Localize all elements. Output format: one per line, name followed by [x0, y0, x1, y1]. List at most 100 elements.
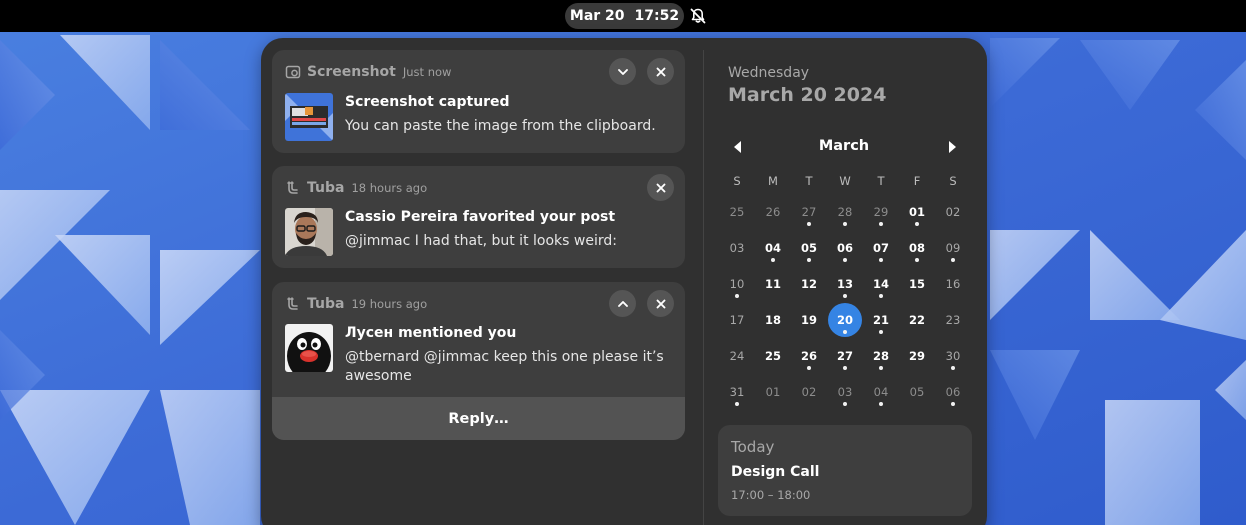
bell-disabled-icon[interactable] [689, 7, 707, 25]
calendar-day[interactable]: 21 [864, 303, 898, 337]
calendar-day[interactable]: 17 [720, 303, 754, 337]
calendar-day[interactable]: 09 [936, 231, 970, 265]
event-indicator-dot [879, 330, 883, 334]
calendar-day[interactable]: 13 [828, 267, 862, 301]
reply-button[interactable]: Reply… [272, 397, 685, 440]
events-section[interactable]: Today Design Call 17:00 – 18:00 [718, 425, 972, 516]
notification-tuba-mention[interactable]: Tuba 19 hours ago Лусен mentioned you @t… [272, 282, 685, 440]
calendar-day-number: 29 [908, 349, 925, 363]
event-indicator-dot [915, 258, 919, 262]
calendar-day[interactable]: 19 [792, 303, 826, 337]
calendar-day[interactable]: 29 [864, 195, 898, 229]
calendar-day[interactable]: 11 [756, 267, 790, 301]
pan-start-icon [734, 141, 741, 153]
calendar-day[interactable]: 02 [792, 375, 826, 409]
avatar-photo [285, 208, 333, 256]
calendar-day[interactable]: 15 [900, 267, 934, 301]
calendar-day[interactable]: 29 [900, 339, 934, 373]
calendar-day-number: 03 [837, 385, 853, 399]
event-indicator-dot [807, 222, 811, 226]
calendar-day-number: 06 [836, 241, 853, 255]
notification-tuba-favorite[interactable]: Tuba 18 hours ago Cassio Pereira favorit… [272, 166, 685, 268]
calendar-day-number: 19 [800, 313, 817, 327]
event-title: Design Call [731, 464, 820, 480]
notification-title: Лусен mentioned you [345, 325, 517, 341]
calendar-day[interactable]: 01 [756, 375, 790, 409]
event-indicator-dot [807, 258, 811, 262]
event-indicator-dot [915, 222, 919, 226]
calendar-day[interactable]: 08 [900, 231, 934, 265]
calendar-day[interactable]: 05 [792, 231, 826, 265]
calendar-day-number: 01 [908, 205, 925, 219]
close-button[interactable] [647, 58, 674, 85]
calendar-day[interactable]: 25 [720, 195, 754, 229]
notification-body: @tbernard @jimmac keep this one please i… [345, 349, 664, 384]
notification-time: 19 hours ago [351, 297, 428, 311]
calendar-day-number: 09 [945, 241, 961, 255]
calendar-day[interactable]: 10 [720, 267, 754, 301]
calendar-day[interactable]: 23 [936, 303, 970, 337]
calendar-day[interactable]: 06 [828, 231, 862, 265]
calendar-day[interactable]: 04 [756, 231, 790, 265]
calendar-day-number: 04 [873, 385, 889, 399]
calendar-day[interactable]: 22 [900, 303, 934, 337]
calendar-day[interactable]: 18 [756, 303, 790, 337]
calendar-day[interactable]: 26 [792, 339, 826, 373]
calendar-day[interactable]: 30 [936, 339, 970, 373]
calendar-weekday[interactable]: Wednesday [728, 65, 809, 81]
calendar-day[interactable]: 28 [828, 195, 862, 229]
day-of-week-label: S [733, 174, 741, 188]
calendar-day-number: 24 [729, 349, 745, 363]
notification-app-name: Tuba [307, 180, 345, 196]
calendar-day[interactable]: 14 [864, 267, 898, 301]
close-icon [656, 67, 665, 76]
calendar-day[interactable]: 12 [792, 267, 826, 301]
calendar-day[interactable]: 24 [720, 339, 754, 373]
day-of-week-label: M [768, 174, 778, 188]
calendar-day[interactable]: 27 [792, 195, 826, 229]
calendar-day[interactable]: 27 [828, 339, 862, 373]
calendar-day-today[interactable]: 20 [828, 303, 862, 337]
date-time-button[interactable]: Mar 20 17:52 [565, 3, 684, 29]
calendar-day-number: 25 [729, 205, 745, 219]
notification-app-name: Screenshot [307, 64, 396, 80]
calendar-day[interactable]: 06 [936, 375, 970, 409]
calendar-day[interactable]: 02 [936, 195, 970, 229]
calendar-day-number: 27 [836, 349, 853, 363]
panel-divider [703, 50, 704, 525]
event-indicator-dot [879, 258, 883, 262]
event-indicator-dot [951, 402, 955, 406]
event-indicator-dot [843, 258, 847, 262]
calendar-day-number: 03 [729, 241, 745, 255]
event-indicator-dot [951, 366, 955, 370]
calendar-day[interactable]: 25 [756, 339, 790, 373]
calendar-day[interactable]: 26 [756, 195, 790, 229]
calendar-day[interactable]: 16 [936, 267, 970, 301]
calendar-day[interactable]: 04 [864, 375, 898, 409]
calendar-day[interactable]: 31 [720, 375, 754, 409]
expand-button[interactable] [609, 58, 636, 85]
chevron-up-icon [617, 300, 628, 307]
close-icon [656, 183, 665, 192]
next-month-button[interactable] [942, 137, 962, 157]
calendar-day-number: 10 [729, 277, 745, 291]
calendar-day[interactable]: 03 [828, 375, 862, 409]
calendar-day[interactable]: 01 [900, 195, 934, 229]
close-button[interactable] [647, 174, 674, 201]
close-button[interactable] [647, 290, 674, 317]
event-indicator-dot [843, 222, 847, 226]
notification-screenshot[interactable]: Screenshot Just now Screenshot captured … [272, 50, 685, 153]
calendar-full-date[interactable]: March 20 2024 [728, 84, 886, 106]
previous-month-button[interactable] [728, 137, 748, 157]
calendar-day[interactable]: 05 [900, 375, 934, 409]
event-indicator-dot [843, 294, 847, 298]
collapse-button[interactable] [609, 290, 636, 317]
calendar-day-number: 16 [945, 277, 961, 291]
event-time: 17:00 – 18:00 [731, 488, 811, 502]
event-indicator-dot [879, 222, 883, 226]
calendar-day[interactable]: 07 [864, 231, 898, 265]
clock-time: 17:52 [634, 8, 680, 24]
calendar-day-number: 05 [909, 385, 925, 399]
calendar-day[interactable]: 28 [864, 339, 898, 373]
calendar-day[interactable]: 03 [720, 231, 754, 265]
